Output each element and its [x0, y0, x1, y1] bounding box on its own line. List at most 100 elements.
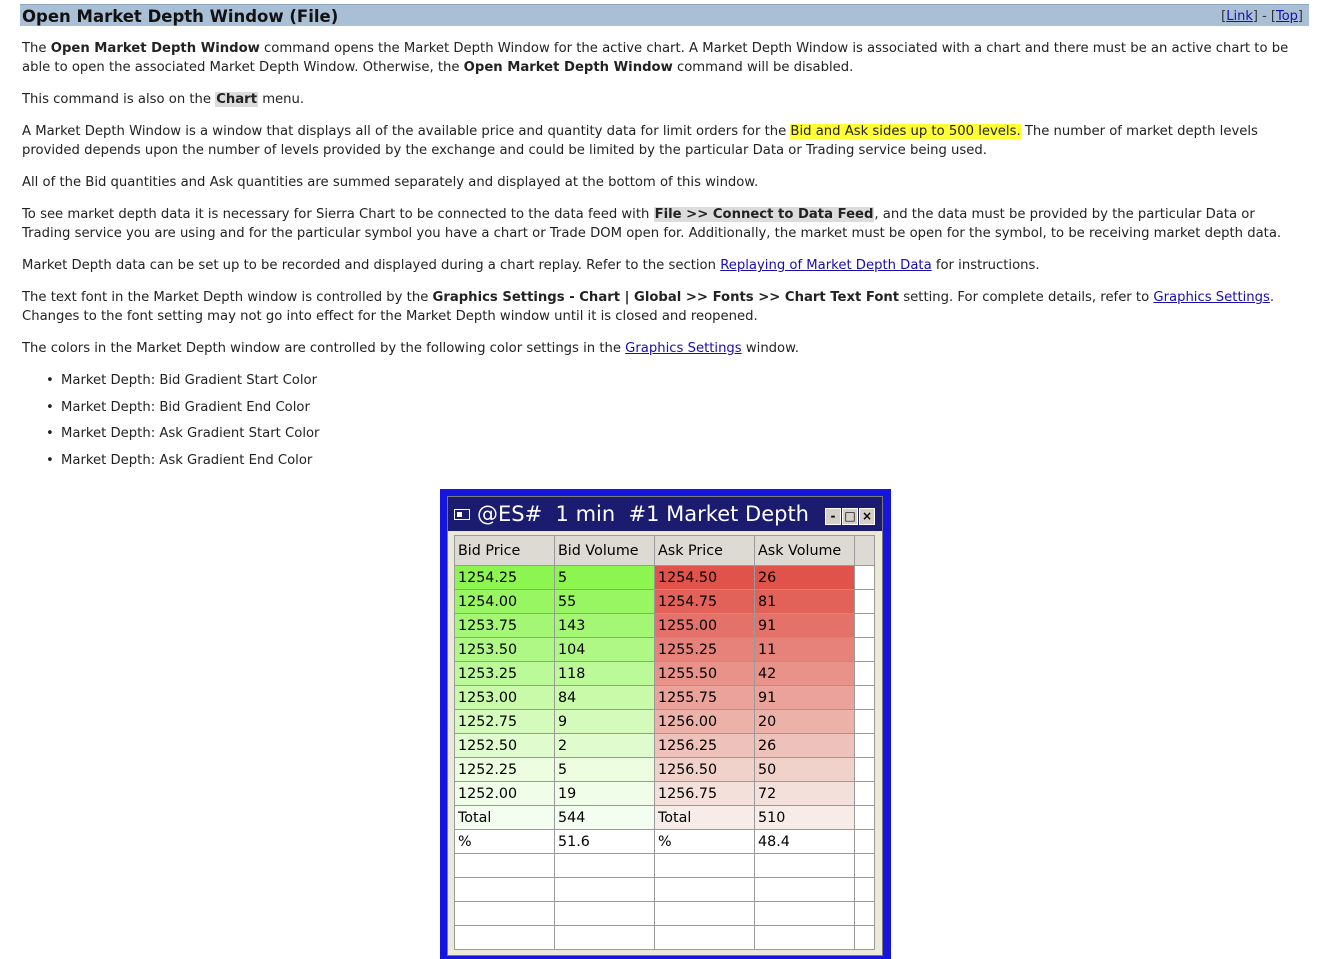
empty-cell: [454, 925, 555, 950]
column-header-ask-volume[interactable]: Ask Volume: [754, 535, 855, 566]
ask-price-cell: 1255.75: [654, 685, 755, 710]
paragraph-menu: This command is also on the Chart menu.: [22, 92, 305, 107]
article-body: The Open Market Depth Window command ope…: [22, 39, 1307, 477]
ask-volume-cell: 26: [754, 565, 855, 590]
empty-cell: [754, 901, 855, 926]
empty-cell: [754, 853, 855, 878]
table-row: 1252.50 2 1256.25 26: [454, 733, 875, 758]
empty-cell: [754, 925, 855, 950]
row-spacer-cell: [854, 805, 875, 830]
empty-cell: [654, 925, 755, 950]
table-row: 1253.75 143 1255.00 91: [454, 613, 875, 638]
table-row: 1252.25 5 1256.50 50: [454, 757, 875, 782]
ask-price-cell: 1256.00: [654, 709, 755, 734]
paragraph-data-feed: To see market depth data it is necessary…: [22, 207, 1282, 241]
paragraph-intro: The Open Market Depth Window command ope…: [22, 41, 1289, 75]
top-link[interactable]: Top: [1276, 9, 1298, 24]
empty-row: [454, 925, 875, 950]
table-row: 1254.25 5 1254.50 26: [454, 565, 875, 590]
paragraph-totals: All of the Bid quantities and Ask quanti…: [22, 175, 759, 190]
ask-volume-cell: 26: [754, 733, 855, 758]
list-item: Market Depth: Bid Gradient End Color: [46, 398, 1307, 417]
empty-cell: [854, 877, 875, 902]
row-spacer-cell: [854, 733, 875, 758]
row-spacer-cell: [854, 613, 875, 638]
ask-price-cell: 1256.75: [654, 781, 755, 806]
ask-volume-cell: 42: [754, 661, 855, 686]
market-depth-window: @ES# 1 min #1 Market Depth - □ × Bid Pri…: [447, 496, 883, 956]
empty-cell: [754, 877, 855, 902]
bid-price-cell: 1253.75: [454, 613, 555, 638]
empty-cell: [554, 925, 655, 950]
bid-volume-cell: 544: [554, 805, 655, 830]
window-title: @ES# 1 min #1 Market Depth: [477, 502, 809, 526]
paragraph-colors: The colors in the Market Depth window ar…: [22, 341, 799, 356]
ask-price-cell: 1256.25: [654, 733, 755, 758]
column-header-empty: [854, 535, 875, 566]
column-header-ask-price[interactable]: Ask Price: [654, 535, 755, 566]
window-icon: [454, 509, 470, 520]
ask-price-cell: %: [654, 829, 755, 854]
empty-cell: [554, 877, 655, 902]
ask-volume-cell: 91: [754, 685, 855, 710]
list-item: Market Depth: Ask Gradient Start Color: [46, 424, 1307, 443]
close-button[interactable]: ×: [859, 508, 875, 525]
bid-price-cell: 1252.25: [454, 757, 555, 782]
replay-market-depth-link[interactable]: Replaying of Market Depth Data: [720, 258, 931, 273]
ask-volume-cell: 510: [754, 805, 855, 830]
empty-cell: [454, 853, 555, 878]
empty-cell: [454, 901, 555, 926]
link-anchor[interactable]: Link: [1226, 9, 1253, 24]
row-spacer-cell: [854, 661, 875, 686]
bid-price-cell: 1252.00: [454, 781, 555, 806]
market-depth-window-screenshot: @ES# 1 min #1 Market Depth - □ × Bid Pri…: [440, 489, 891, 959]
row-spacer-cell: [854, 589, 875, 614]
row-spacer-cell: [854, 781, 875, 806]
ask-price-cell: 1254.50: [654, 565, 755, 590]
ask-price-cell: 1255.25: [654, 637, 755, 662]
menu-path-connect: File >> Connect to Data Feed: [653, 207, 875, 222]
graphics-settings-link[interactable]: Graphics Settings: [1153, 290, 1270, 305]
table-row: 1252.75 9 1256.00 20: [454, 709, 875, 734]
minimize-button[interactable]: -: [825, 508, 841, 525]
table-row: 1253.00 84 1255.75 91: [454, 685, 875, 710]
list-item: Market Depth: Ask Gradient End Color: [46, 451, 1307, 470]
bid-price-cell: %: [454, 829, 555, 854]
ask-price-cell: 1254.75: [654, 589, 755, 614]
bid-volume-cell: 118: [554, 661, 655, 686]
bid-price-cell: 1253.00: [454, 685, 555, 710]
row-spacer-cell: [854, 709, 875, 734]
ask-price-cell: 1256.50: [654, 757, 755, 782]
list-item: Market Depth: Bid Gradient Start Color: [46, 371, 1307, 390]
empty-row: [454, 877, 875, 902]
restore-button[interactable]: □: [842, 508, 858, 525]
market-depth-rows: 1254.25 5 1254.50 26 1254.00 55 1254.75 81 1253.…: [454, 565, 875, 950]
column-header-bid-price[interactable]: Bid Price: [454, 535, 555, 566]
row-spacer-cell: [854, 637, 875, 662]
table-header-row: Bid Price Bid Volume Ask Price Ask Volum…: [454, 535, 875, 566]
highlighted-text: Bid and Ask sides up to 500 levels.: [790, 124, 1021, 139]
bid-volume-cell: 5: [554, 757, 655, 782]
window-titlebar[interactable]: @ES# 1 min #1 Market Depth - □ ×: [448, 497, 882, 531]
bid-volume-cell: 19: [554, 781, 655, 806]
row-spacer-cell: [854, 565, 875, 590]
empty-cell: [854, 901, 875, 926]
bid-volume-cell: 9: [554, 709, 655, 734]
bid-price-cell: Total: [454, 805, 555, 830]
bid-volume-cell: 2: [554, 733, 655, 758]
bid-price-cell: 1254.25: [454, 565, 555, 590]
empty-cell: [454, 877, 555, 902]
row-spacer-cell: [854, 685, 875, 710]
bid-volume-cell: 5: [554, 565, 655, 590]
empty-cell: [554, 853, 655, 878]
table-row: 1254.00 55 1254.75 81: [454, 589, 875, 614]
empty-cell: [654, 901, 755, 926]
empty-cell: [554, 901, 655, 926]
graphics-settings-link-2[interactable]: Graphics Settings: [625, 341, 742, 356]
column-header-bid-volume[interactable]: Bid Volume: [554, 535, 655, 566]
header-links: [Link] - [Top]: [1221, 9, 1303, 24]
market-depth-table: Bid Price Bid Volume Ask Price Ask Volum…: [454, 535, 875, 950]
empty-row: [454, 901, 875, 926]
ask-volume-cell: 72: [754, 781, 855, 806]
ask-volume-cell: 11: [754, 637, 855, 662]
